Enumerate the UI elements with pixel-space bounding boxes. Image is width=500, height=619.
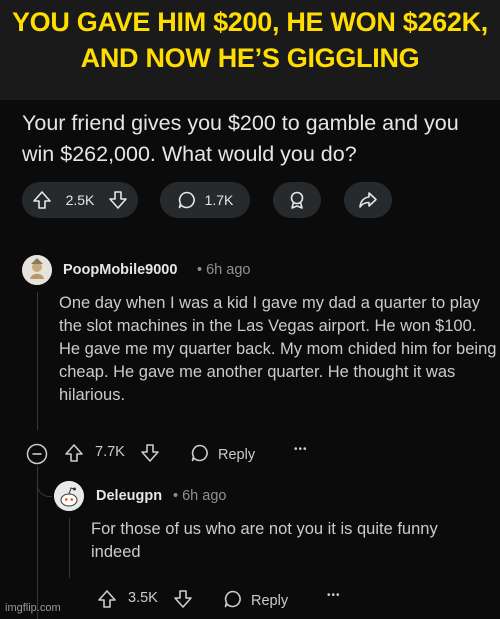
comment-vote-count: 3.5K xyxy=(128,590,158,606)
avatar[interactable] xyxy=(54,481,84,511)
comment-timestamp: • 6h ago xyxy=(197,262,251,278)
share-icon xyxy=(358,190,378,210)
meme-caption: YOU GAVE HIM $200, HE WON $262K, AND NOW… xyxy=(11,7,489,73)
comment-icon xyxy=(177,190,197,210)
post-vote-pill: 2.5K xyxy=(22,182,138,218)
reply-icon xyxy=(223,589,243,613)
comment-body: One day when I was a kid I gave my dad a… xyxy=(59,294,497,404)
meme-caption-banner: YOU GAVE HIM $200, HE WON $262K, AND NOW… xyxy=(0,0,500,100)
upvote-icon[interactable] xyxy=(97,589,117,609)
upvote-icon[interactable] xyxy=(64,443,84,463)
reply-icon xyxy=(190,443,210,467)
comment-author[interactable]: Deleugpn xyxy=(96,488,162,504)
comment-timestamp: • 6h ago xyxy=(173,488,227,504)
collapse-icon[interactable] xyxy=(26,443,48,465)
reply-label: Reply xyxy=(218,447,256,463)
award-icon xyxy=(287,190,307,210)
more-icon[interactable]: ••• xyxy=(294,444,308,455)
comment-author[interactable]: PoopMobile9000 xyxy=(63,262,177,278)
downvote-icon[interactable] xyxy=(173,589,193,609)
post-vote-count: 2.5K xyxy=(65,192,95,208)
watermark: imgflip.com xyxy=(5,602,61,614)
downvote-icon[interactable] xyxy=(140,443,160,463)
upvote-icon[interactable] xyxy=(32,190,52,210)
post-title[interactable]: Your friend gives you $200 to gamble and… xyxy=(22,108,482,170)
comment-vote-count: 7.7K xyxy=(95,444,125,460)
more-icon[interactable]: ••• xyxy=(327,590,341,601)
reddit-post: Your friend gives you $200 to gamble and… xyxy=(0,100,500,619)
reply-button[interactable]: Reply xyxy=(223,589,288,613)
comment-body: For those of us who are not you it is qu… xyxy=(91,520,438,561)
thread-line xyxy=(37,292,38,430)
reply-button[interactable]: Reply xyxy=(190,443,255,467)
comment-count: 1.7K xyxy=(204,192,234,208)
comments-button[interactable]: 1.7K xyxy=(160,182,250,218)
downvote-icon[interactable] xyxy=(108,190,128,210)
share-button[interactable] xyxy=(344,182,392,218)
thread-line xyxy=(69,518,70,578)
award-button[interactable] xyxy=(273,182,321,218)
avatar[interactable] xyxy=(22,255,52,285)
reply-label: Reply xyxy=(251,593,289,609)
reply-branch-connector xyxy=(37,466,52,497)
